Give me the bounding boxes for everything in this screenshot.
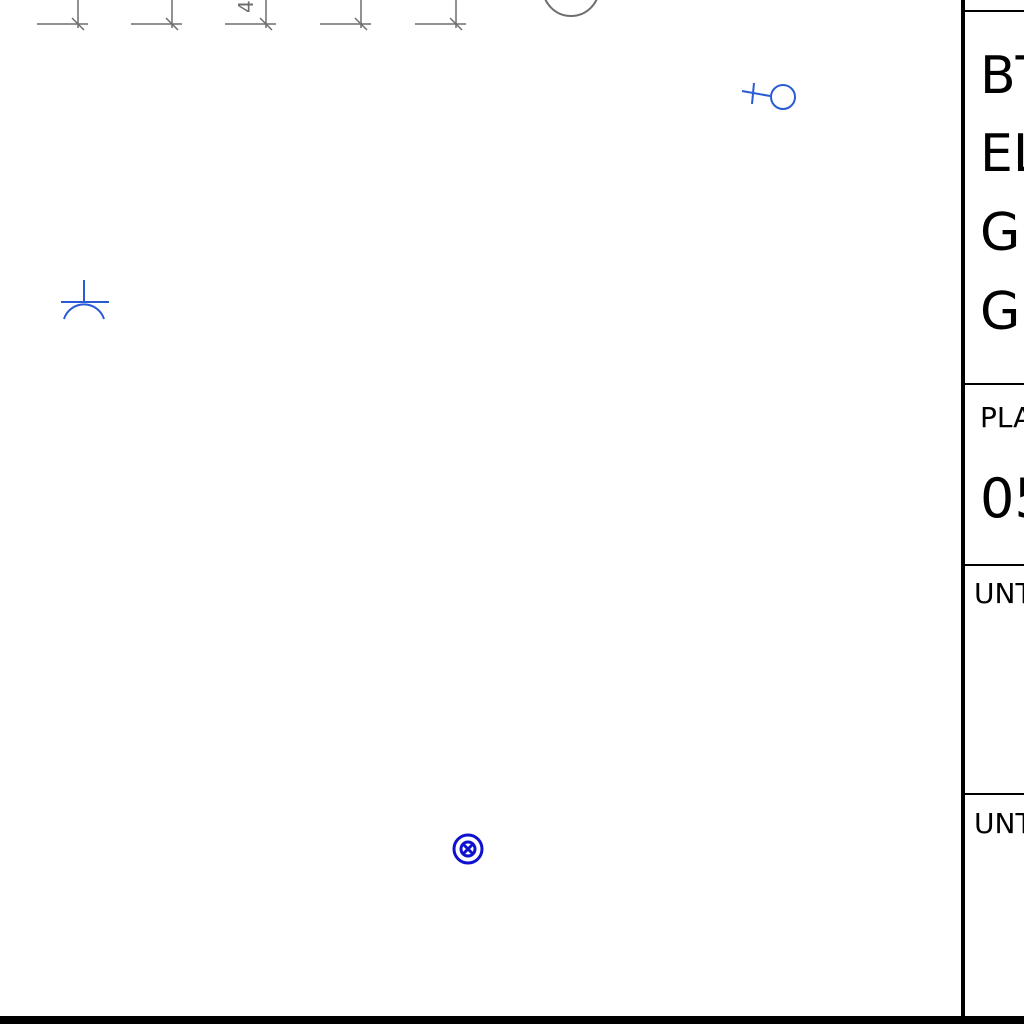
- title-block-divider: [965, 793, 1024, 795]
- dimension-tick: [37, 0, 88, 31]
- drawing-sheet: 4 BT EL G G( PLA 05: [0, 0, 1024, 1024]
- project-line-1: BT: [980, 46, 1024, 106]
- field-1-label: UNT: [974, 577, 1024, 610]
- field-2-label: UNT: [974, 807, 1024, 840]
- sheet-number: 05: [980, 467, 1024, 530]
- section-marker-circle: [544, 0, 598, 17]
- title-block-divider: [965, 10, 1024, 12]
- title-block: BT EL G G( PLA 05 UNT UNT: [961, 0, 1024, 1024]
- project-line-2: EL: [980, 124, 1024, 184]
- sheet-bottom-border: [0, 1016, 1024, 1024]
- lighting-outlet-switch-icon: [741, 82, 796, 110]
- dimension-tick: [131, 0, 182, 31]
- project-line-4: G(: [980, 282, 1024, 342]
- title-block-divider: [965, 564, 1024, 566]
- dimension-label: 4: [234, 0, 258, 13]
- junction-box-icon: [452, 833, 484, 865]
- project-line-3: G: [980, 203, 1021, 263]
- dimension-tick: [415, 0, 466, 31]
- title-block-divider: [965, 383, 1024, 385]
- plan-label: PLA: [980, 401, 1024, 434]
- drawing-canvas: 4: [37, 0, 796, 865]
- receptacle-symbol-icon: [61, 280, 109, 320]
- dimension-tick: [320, 0, 371, 31]
